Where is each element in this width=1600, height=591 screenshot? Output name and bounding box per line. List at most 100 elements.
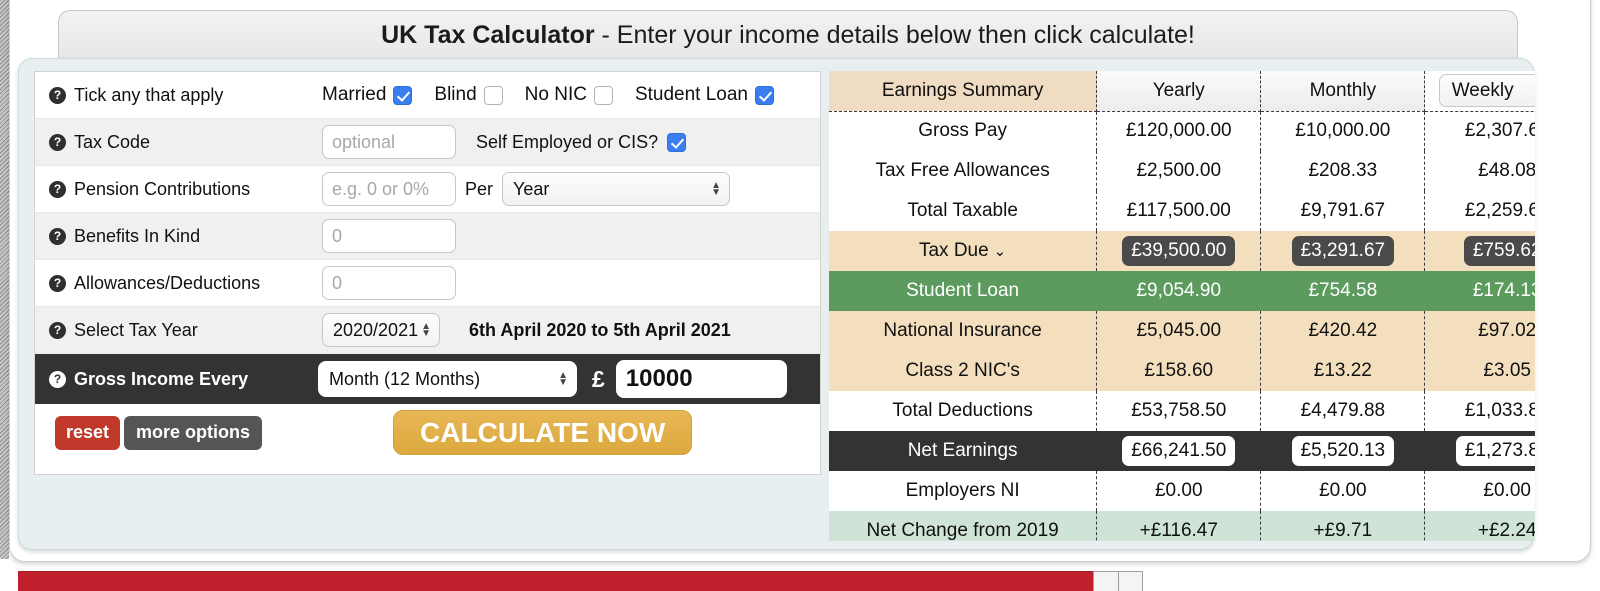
earnings-summary-table: Earnings Summary Yearly Monthly Weekly ▲… [829,71,1535,541]
more-options-button[interactable]: more options [124,415,263,450]
header-monthly: Monthly [1260,71,1426,112]
period-selector-value: Weekly [1451,79,1514,101]
calculate-now-button[interactable]: CALCULATE NOW [393,410,693,455]
value-badge: £66,241.50 [1122,436,1236,466]
form-row-gross-income: ? Gross Income Every Month (12 Months) ▲… [35,354,820,404]
value-badge: £39,500.00 [1122,236,1236,266]
form-row-allowances: ? Allowances/Deductions [35,260,820,307]
row-value: £117,500.00 [1096,191,1262,231]
help-icon[interactable]: ? [49,180,66,198]
value-badge: £3,291.67 [1291,236,1395,266]
period-selector[interactable]: Weekly ▲▼ [1438,74,1535,108]
checkbox-no-nic[interactable] [593,85,613,105]
tick-any-options: Married Blind No NIC Student Loan [322,84,774,106]
table-row: Gross Pay£120,000.00£10,000.00 £2,307.69 [829,111,1535,151]
checkbox-student-loan[interactable] [755,85,774,105]
benefits-input[interactable] [322,219,456,253]
table-row: Net Earnings £66,241.50 £5,520.13 £1,273.88 [829,431,1535,471]
calculator-card: ? Tick any that apply Married Blind No N… [18,58,1535,550]
row-label: Employers NI [829,471,1098,511]
value-badge: £759.62 [1463,236,1535,266]
tax-year-label: Select Tax Year [74,319,198,340]
row-value: £420.42 [1260,311,1426,351]
row-value: £53,758.50 [1096,391,1262,431]
tax-year-select[interactable]: 2020/2021 ▲ ▼ [322,313,440,347]
tax-code-input[interactable] [322,125,456,159]
row-value: £97.02 [1478,320,1535,341]
page-title: UK Tax Calculator - Enter your income de… [381,21,1195,50]
tax-code-label: Tax Code [74,131,151,152]
row-value: £208.33 [1260,151,1426,191]
form-row-tax-code: ? Tax Code Self Employed or CIS? [35,119,820,166]
row-label: Net Earnings [829,431,1098,471]
stepper-icon: ▲ ▼ [421,321,431,339]
row-value: £2,500.00 [1096,151,1262,191]
help-icon[interactable]: ? [49,274,66,292]
help-icon[interactable]: ? [49,227,66,245]
row-value: £0.00 [1096,471,1262,511]
form-row-pension: ? Pension Contributions Per Year ▲▼ [35,166,820,213]
row-label: Net Change from 2019 [829,511,1098,541]
row-label: Tax Due ⌄ [829,231,1098,271]
reset-button[interactable]: reset [55,415,121,450]
row-value: £759.62 [1425,231,1535,271]
row-value: £2,259.62 [1464,200,1535,221]
row-value: £3,291.67 [1260,231,1426,271]
benefits-label: Benefits In Kind [74,225,201,246]
stepper-icon: ▲ ▼ [558,370,568,388]
pension-input[interactable] [322,172,456,206]
row-value: £5,520.13 [1260,431,1426,471]
pension-period-select[interactable]: Year ▲ ▼ [502,172,731,206]
form-action-bar: reset more options CALCULATE NOW [35,404,820,461]
help-icon[interactable]: ? [49,370,66,388]
tax-year-range: 6th April 2020 to 5th April 2021 [469,319,731,340]
row-value: £0.00 [1260,471,1426,511]
pension-per-label: Per [465,178,494,199]
value-badge: £5,520.13 [1291,436,1395,466]
gross-income-input[interactable] [615,360,787,398]
table-row: Total Deductions £53,758.50 £4,479.88 £1,03… [829,391,1535,431]
checkbox-married[interactable] [393,85,413,105]
row-value: £0.00 [1483,480,1531,501]
row-value: £3.05 [1483,360,1531,381]
chevron-down-icon[interactable]: ⌄ [994,243,1007,260]
form-row-tick-any: ? Tick any that apply Married Blind No N… [35,72,820,119]
row-value: +£2.24 [1477,520,1535,541]
help-icon[interactable]: ? [49,321,66,339]
header-earnings-summary: Earnings Summary [829,71,1098,112]
allowances-input[interactable] [322,266,456,300]
row-value: £4,479.88 [1260,391,1426,431]
app-title-bar: UK Tax Calculator - Enter your income de… [58,10,1518,60]
table-row: Employers NI £0.00 £0.00 £0.00 [829,471,1535,511]
help-icon[interactable]: ? [49,133,66,151]
tax-year-value: 2020/2021 [333,319,419,340]
row-value: £10,000.00 [1260,111,1426,151]
row-label: Total Taxable [829,191,1098,231]
page-title-main: UK Tax Calculator [381,21,595,49]
row-value: £66,241.50 [1096,431,1262,471]
table-row: Tax Due ⌄ £39,500.00 £3,291.67 £759.62 [829,231,1535,271]
row-value: £5,045.00 [1096,311,1262,351]
row-value: £48.08 [1478,160,1535,181]
header-yearly: Yearly [1096,71,1262,112]
checkbox-self-employed-cis[interactable] [667,132,687,152]
row-value: £9,054.90 [1096,271,1262,311]
bottom-red-bar [18,571,1093,591]
gross-income-period-select[interactable]: Month (12 Months) ▲ ▼ [318,361,577,397]
page-left-edge-hatch [0,0,9,559]
table-row: Tax Free Allowances £2,500.00 £208.33 £48.0… [829,151,1535,191]
table-row: Student Loan £9,054.90 £754.58 £174.13 [829,271,1535,311]
row-value: £1,033.82 [1464,400,1535,421]
row-label: Class 2 NIC's [829,351,1098,391]
row-value: £174.13 [1472,280,1535,301]
row-label: Student Loan [829,271,1098,311]
allowances-label: Allowances/Deductions [74,272,261,293]
table-body: Gross Pay£120,000.00£10,000.00 £2,307.69 T… [829,111,1535,541]
checkbox-blind[interactable] [483,85,503,105]
help-icon[interactable]: ? [49,86,66,104]
tick-any-label: Tick any that apply [74,84,224,105]
gross-income-period-value: Month (12 Months) [329,368,481,389]
row-value: +£116.47 [1096,511,1262,541]
row-value: £39,500.00 [1096,231,1262,271]
page-root: UK Tax Calculator - Enter your income de… [0,0,1600,591]
